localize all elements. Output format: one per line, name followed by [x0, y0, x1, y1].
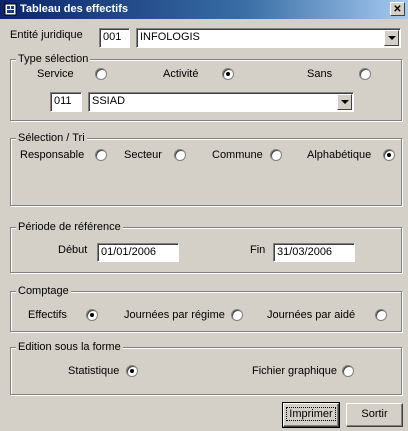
- radio-effectifs-label: Effectifs: [28, 309, 67, 321]
- activite-code-input[interactable]: 011: [50, 92, 82, 112]
- radio-fichier-graphique-label: Fichier graphique: [252, 365, 337, 377]
- radio-activite[interactable]: [222, 68, 234, 80]
- radio-service[interactable]: [95, 68, 107, 80]
- fin-label: Fin: [250, 244, 266, 256]
- radio-responsable-label: Responsable: [20, 149, 85, 161]
- radio-sans-label: Sans: [307, 68, 333, 80]
- radio-journees-regime-label: Journées par régime: [124, 309, 225, 321]
- radio-effectifs[interactable]: [86, 309, 98, 321]
- radio-sans[interactable]: [359, 68, 371, 80]
- entite-select-value: INFOLOGIS: [140, 31, 200, 43]
- type-selection-legend: Type sélection: [16, 53, 91, 65]
- edition-legend: Edition sous la forme: [16, 341, 123, 353]
- activite-select[interactable]: SSIAD: [88, 92, 354, 112]
- entite-code-input[interactable]: 001: [99, 28, 130, 48]
- radio-fichier-graphique[interactable]: [342, 365, 354, 377]
- debut-date-input[interactable]: 01/01/2006: [97, 243, 179, 262]
- radio-alphabetique[interactable]: [383, 149, 395, 161]
- radio-alphabetique-label: Alphabétique: [307, 149, 372, 161]
- comptage-legend: Comptage: [16, 285, 71, 297]
- print-button-label: Imprimer: [286, 407, 336, 421]
- radio-journees-regime[interactable]: [231, 309, 243, 321]
- periode-legend: Période de référence: [16, 221, 123, 233]
- entite-label: Entité juridique: [10, 29, 83, 41]
- entite-select[interactable]: INFOLOGIS: [136, 28, 401, 48]
- radio-activite-label: Activité: [163, 68, 199, 80]
- chevron-down-icon[interactable]: [337, 94, 352, 110]
- activite-select-value: SSIAD: [92, 95, 126, 107]
- radio-statistique[interactable]: [126, 365, 138, 377]
- window-title: Tableau des effectifs: [20, 3, 128, 15]
- chevron-down-icon[interactable]: [384, 30, 399, 46]
- exit-button[interactable]: Sortir: [346, 403, 403, 427]
- close-button[interactable]: ✕: [390, 2, 405, 16]
- selection-tri-legend: Sélection / Tri: [16, 132, 87, 144]
- radio-secteur-label: Secteur: [124, 149, 162, 161]
- exit-button-label: Sortir: [361, 408, 388, 420]
- radio-service-label: Service: [37, 68, 74, 80]
- radio-journees-aide[interactable]: [375, 309, 387, 321]
- app-icon: [4, 3, 17, 16]
- window-titlebar: Tableau des effectifs ✕: [0, 0, 408, 19]
- debut-label: Début: [58, 244, 88, 256]
- radio-responsable[interactable]: [95, 149, 107, 161]
- radio-statistique-label: Statistique: [68, 365, 120, 377]
- radio-commune-label: Commune: [212, 149, 263, 161]
- fin-date-input[interactable]: 31/03/2006: [273, 243, 355, 262]
- radio-secteur[interactable]: [174, 149, 186, 161]
- print-button[interactable]: Imprimer: [282, 402, 340, 428]
- radio-commune[interactable]: [270, 149, 282, 161]
- radio-journees-aide-label: Journées par aidé: [267, 309, 356, 321]
- close-icon: ✕: [393, 4, 402, 15]
